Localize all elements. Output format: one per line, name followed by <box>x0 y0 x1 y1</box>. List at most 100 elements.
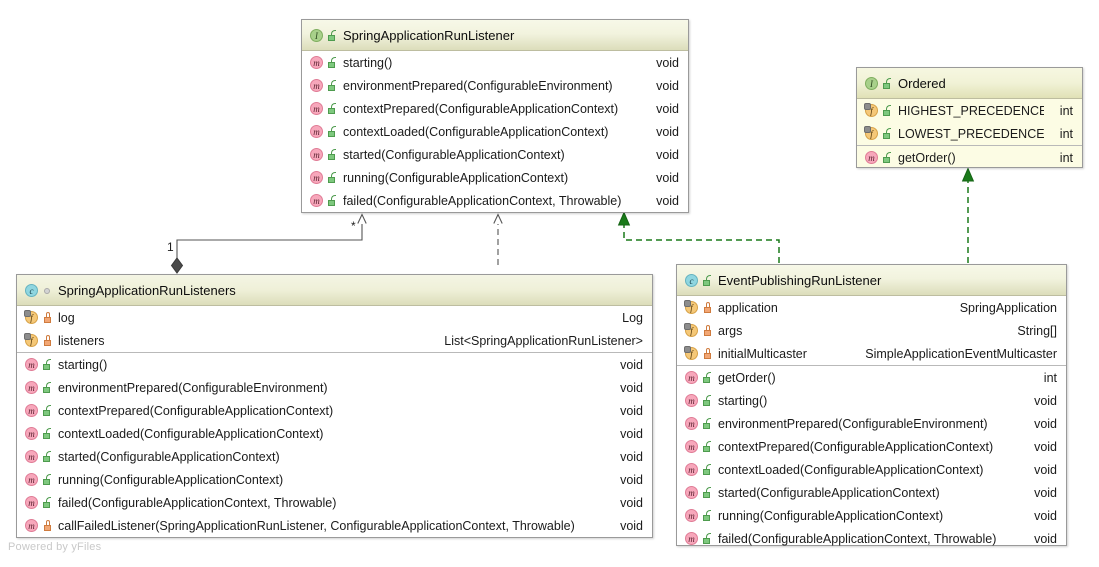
member-row[interactable]: m environmentPrepared(ConfigurableEnviro… <box>17 376 652 399</box>
class-icon: c <box>685 273 698 287</box>
member-name: running(ConfigurableApplicationContext) <box>58 472 284 487</box>
member-row[interactable]: m failed(ConfigurableApplicationContext,… <box>302 189 688 212</box>
member-row[interactable]: f listeners List<SpringApplicationRunLis… <box>17 329 652 352</box>
member-type: void <box>656 124 679 139</box>
interface-icon: I <box>865 76 878 90</box>
member-name: starting() <box>343 55 393 70</box>
member-name: application <box>718 300 778 315</box>
realization-edge-event-to-ordered <box>961 167 975 263</box>
public-visibility-icon <box>43 359 52 370</box>
member-row[interactable]: m starting() void <box>302 51 688 74</box>
member-name: running(ConfigurableApplicationContext) <box>718 508 944 523</box>
member-row[interactable]: m environmentPrepared(ConfigurableEnviro… <box>677 412 1066 435</box>
class-title: SpringApplicationRunListeners <box>58 282 236 298</box>
class-title: Ordered <box>898 75 946 91</box>
member-row[interactable]: m started(ConfigurableApplicationContext… <box>302 143 688 166</box>
public-visibility-icon <box>883 128 892 139</box>
class-header: I Ordered <box>857 68 1082 99</box>
member-row[interactable]: m getOrder() int <box>677 366 1066 389</box>
package-private-visibility-icon <box>43 285 52 296</box>
public-visibility-icon <box>703 441 712 452</box>
member-name: environmentPrepared(ConfigurableEnvironm… <box>718 416 988 431</box>
method-icon: m <box>25 404 38 417</box>
class-box-spring-application-run-listeners[interactable]: c SpringApplicationRunListeners f log Lo… <box>16 274 653 538</box>
method-icon: m <box>685 509 698 522</box>
member-row[interactable]: m environmentPrepared(ConfigurableEnviro… <box>302 74 688 97</box>
member-name: contextPrepared(ConfigurableApplicationC… <box>58 403 334 418</box>
member-row[interactable]: m starting() void <box>677 389 1066 412</box>
member-name: failed(ConfigurableApplicationContext, T… <box>718 531 997 546</box>
member-row[interactable]: m contextPrepared(ConfigurableApplicatio… <box>17 399 652 422</box>
member-row[interactable]: m contextLoaded(ConfigurableApplicationC… <box>17 422 652 445</box>
method-icon: m <box>865 151 878 164</box>
member-row[interactable]: m getOrder() int <box>857 146 1082 169</box>
member-type: Log <box>622 310 643 325</box>
member-row[interactable]: m failed(ConfigurableApplicationContext,… <box>677 527 1066 550</box>
public-visibility-icon <box>43 428 52 439</box>
class-box-event-publishing-run-listener[interactable]: c EventPublishingRunListener f applicati… <box>676 264 1067 546</box>
member-type: void <box>656 147 679 162</box>
member-row[interactable]: m callFailedListener(SpringApplicationRu… <box>17 514 652 537</box>
member-row[interactable]: m contextPrepared(ConfigurableApplicatio… <box>677 435 1066 458</box>
methods-section: m starting() void m environmentPrepared(… <box>302 51 688 212</box>
methods-section: m getOrder() int m starting() void m env… <box>677 365 1066 550</box>
member-row[interactable]: m running(ConfigurableApplicationContext… <box>302 166 688 189</box>
public-visibility-icon <box>883 105 892 116</box>
member-name: getOrder() <box>898 150 956 165</box>
member-row[interactable]: f initialMulticaster SimpleApplicationEv… <box>677 342 1066 365</box>
member-type: void <box>656 78 679 93</box>
member-row[interactable]: m started(ConfigurableApplicationContext… <box>17 445 652 468</box>
method-icon: m <box>310 194 323 207</box>
member-row[interactable]: f args String[] <box>677 319 1066 342</box>
method-icon: m <box>25 427 38 440</box>
public-visibility-icon <box>703 395 712 406</box>
member-row[interactable]: m contextLoaded(ConfigurableApplicationC… <box>677 458 1066 481</box>
public-visibility-icon <box>328 195 337 206</box>
public-visibility-icon <box>703 487 712 498</box>
class-box-spring-application-run-listener[interactable]: I SpringApplicationRunListener m startin… <box>301 19 689 213</box>
static-field-icon: f <box>684 300 698 314</box>
member-row[interactable]: m running(ConfigurableApplicationContext… <box>677 504 1066 527</box>
member-row[interactable]: f HIGHEST_PRECEDENCE int <box>857 99 1082 122</box>
member-type: void <box>620 472 643 487</box>
member-name: contextPrepared(ConfigurableApplicationC… <box>718 439 994 454</box>
method-icon: m <box>685 371 698 384</box>
member-row[interactable]: m contextPrepared(ConfigurableApplicatio… <box>302 97 688 120</box>
member-name: started(ConfigurableApplicationContext) <box>343 147 565 162</box>
member-type: void <box>1034 393 1057 408</box>
member-row[interactable]: m starting() void <box>17 353 652 376</box>
member-row[interactable]: f log Log <box>17 306 652 329</box>
fields-section: f HIGHEST_PRECEDENCE int f LOWEST_PRECED… <box>857 99 1082 145</box>
public-visibility-icon <box>328 126 337 137</box>
public-visibility-icon <box>43 474 52 485</box>
method-icon: m <box>685 486 698 499</box>
public-visibility-icon <box>43 382 52 393</box>
member-row[interactable]: f application SpringApplication <box>677 296 1066 319</box>
method-icon: m <box>685 440 698 453</box>
member-name: initialMulticaster <box>718 346 807 361</box>
class-box-ordered[interactable]: I Ordered f HIGHEST_PRECEDENCE int f LOW… <box>856 67 1083 168</box>
private-visibility-icon <box>703 348 712 359</box>
member-type: void <box>620 495 643 510</box>
member-name: getOrder() <box>718 370 776 385</box>
public-visibility-icon <box>328 172 337 183</box>
member-row[interactable]: m contextLoaded(ConfigurableApplicationC… <box>302 120 688 143</box>
member-row[interactable]: m failed(ConfigurableApplicationContext,… <box>17 491 652 514</box>
methods-section: m getOrder() int <box>857 145 1082 169</box>
method-icon: m <box>310 79 323 92</box>
member-row[interactable]: m running(ConfigurableApplicationContext… <box>17 468 652 491</box>
member-name: environmentPrepared(ConfigurableEnvironm… <box>343 78 613 93</box>
member-row[interactable]: m started(ConfigurableApplicationContext… <box>677 481 1066 504</box>
member-name: LOWEST_PRECEDENCE <box>898 126 1044 141</box>
member-row[interactable]: f LOWEST_PRECEDENCE int <box>857 122 1082 145</box>
member-type: void <box>620 357 643 372</box>
static-field-icon: f <box>864 103 878 117</box>
member-type: SimpleApplicationEventMulticaster <box>865 346 1057 361</box>
member-type: void <box>1034 416 1057 431</box>
member-name: contextLoaded(ConfigurableApplicationCon… <box>343 124 609 139</box>
member-type: SpringApplication <box>959 300 1057 315</box>
member-type: void <box>1034 439 1057 454</box>
member-name: contextPrepared(ConfigurableApplicationC… <box>343 101 619 116</box>
member-type: void <box>620 403 643 418</box>
member-name: started(ConfigurableApplicationContext) <box>58 449 280 464</box>
